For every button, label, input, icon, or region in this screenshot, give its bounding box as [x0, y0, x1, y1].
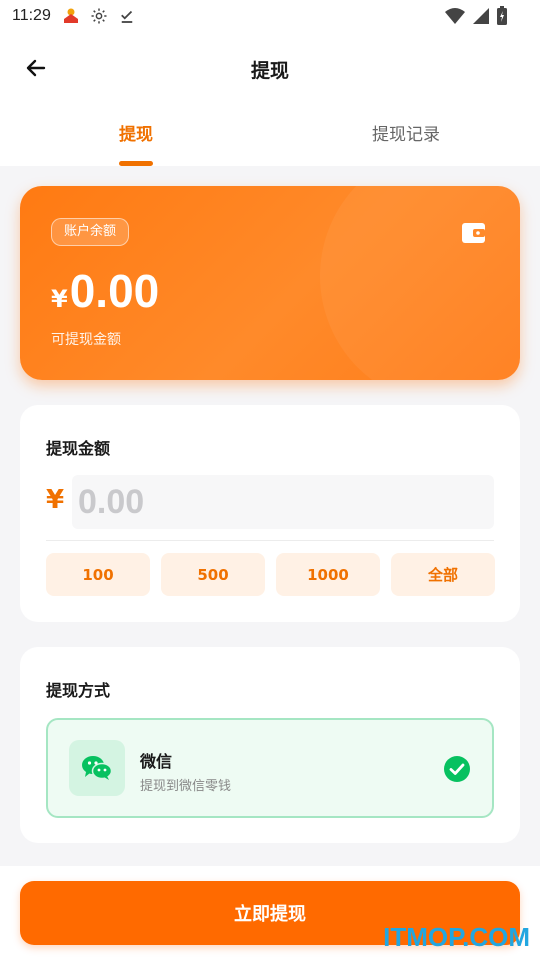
status-bar: 11:29 — [0, 0, 540, 32]
check-circle-icon — [444, 756, 470, 782]
method-description: 提现到微信零钱 — [140, 779, 232, 794]
tab-withdraw[interactable]: 提现 — [119, 120, 153, 145]
page-title: 提现 — [250, 60, 289, 82]
balance-card: 账户余额 ¥ 0.00 可提现金额 — [20, 186, 520, 380]
wechat-method-option[interactable]: 微信 提现到微信零钱 — [46, 718, 494, 818]
balance-tag: 账户余额 — [51, 218, 130, 246]
method-title: 提现方式 — [46, 681, 111, 700]
tab-bar: 提现 提现记录 — [0, 104, 540, 166]
tab-active-indicator — [119, 161, 153, 166]
amount-input[interactable] — [72, 475, 494, 529]
divider — [46, 540, 494, 541]
method-name: 微信 — [140, 752, 173, 771]
watermark: ITMOP.COM — [383, 922, 530, 952]
status-right-icons — [444, 6, 508, 30]
header: 提现 — [0, 32, 540, 104]
battery-icon — [496, 6, 508, 30]
wifi-icon — [444, 7, 466, 29]
status-time: 11:29 — [12, 7, 51, 24]
balance-value: 0.00 — [69, 265, 160, 317]
gear-icon — [89, 6, 109, 26]
balance-label: 可提现金额 — [51, 332, 121, 348]
balance-amount: ¥ 0.00 — [51, 264, 159, 318]
tab-withdraw-records[interactable]: 提现记录 — [372, 120, 440, 145]
wechat-icon — [69, 740, 125, 796]
quick-amount-500-button[interactable]: 500 — [161, 553, 265, 596]
wallet-icon — [460, 219, 488, 247]
amount-card: 提现金额 ¥ 100 500 1000 全部 — [20, 405, 520, 622]
quick-amount-100-button[interactable]: 100 — [46, 553, 150, 596]
amount-title: 提现金额 — [46, 439, 111, 458]
signal-icon — [472, 7, 490, 29]
amount-currency: ¥ — [46, 485, 65, 515]
app-notification-icon — [61, 6, 81, 26]
download-done-icon — [117, 6, 137, 26]
quick-amount-1000-button[interactable]: 1000 — [276, 553, 380, 596]
quick-amount-row: 100 500 1000 全部 — [46, 553, 495, 596]
balance-currency: ¥ — [51, 285, 68, 313]
quick-amount-all-button[interactable]: 全部 — [391, 553, 495, 596]
method-card: 提现方式 微信 提现到微信零钱 — [20, 647, 520, 843]
